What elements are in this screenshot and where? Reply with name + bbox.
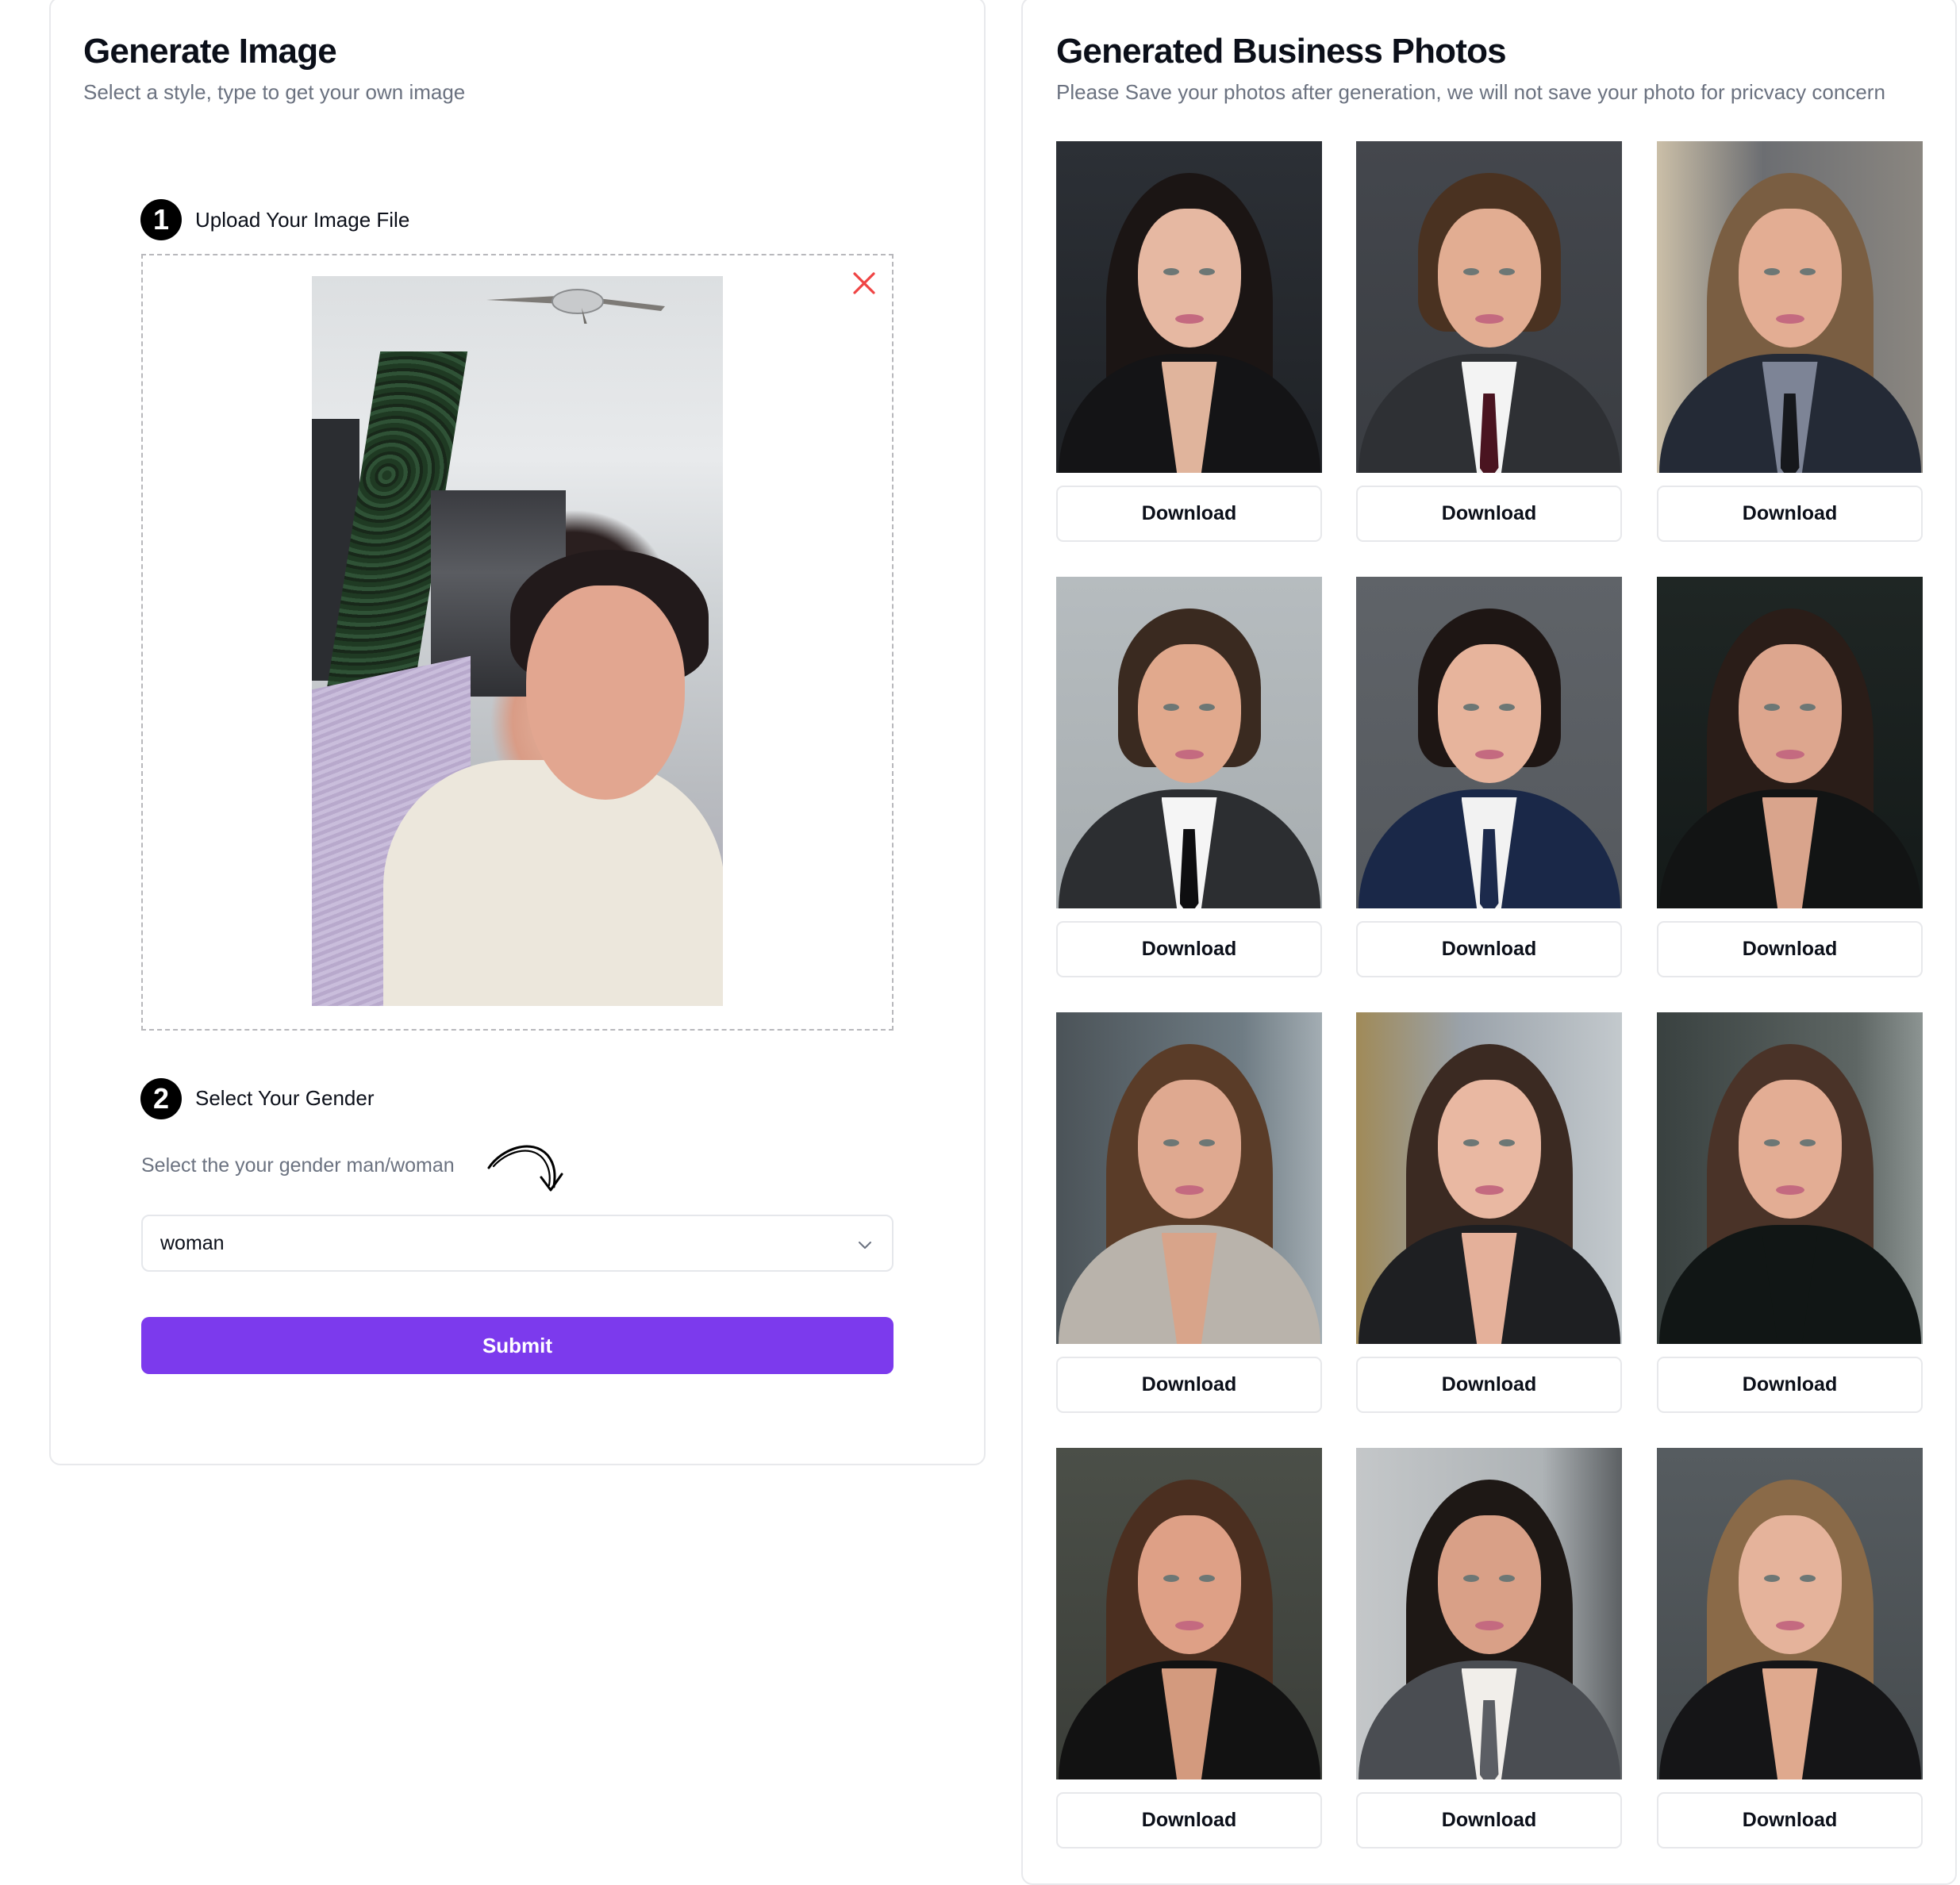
- gallery-title: Generated Business Photos: [1056, 32, 1507, 71]
- generated-photo: [1056, 141, 1322, 473]
- gender-select[interactable]: woman: [141, 1215, 894, 1272]
- step-1-badge: 1: [140, 199, 182, 240]
- generated-photo: [1356, 141, 1622, 473]
- photo-eye: [1800, 268, 1816, 275]
- photo-face: [1137, 209, 1241, 347]
- generate-title: Generate Image: [83, 32, 337, 71]
- gallery-subtitle: Please Save your photos after generation…: [1056, 80, 1885, 104]
- photo-eye: [1199, 1575, 1215, 1582]
- download-button[interactable]: Download: [1056, 1792, 1322, 1849]
- photo-face: [1437, 1080, 1541, 1219]
- photo-lips: [1474, 750, 1504, 759]
- step-1-label: Upload Your Image File: [195, 208, 410, 232]
- photo-eye: [1199, 268, 1215, 275]
- photo-eye: [1163, 1139, 1179, 1146]
- close-icon[interactable]: [852, 271, 876, 295]
- photo-face: [1137, 1080, 1241, 1219]
- generated-photo: [1356, 1448, 1622, 1779]
- step-2-badge: 2: [140, 1078, 182, 1119]
- download-button[interactable]: Download: [1657, 921, 1923, 977]
- submit-button[interactable]: Submit: [141, 1317, 894, 1374]
- ceiling-fan: [486, 289, 665, 324]
- download-button[interactable]: Download: [1356, 921, 1622, 977]
- step-2-label: Select Your Gender: [195, 1086, 375, 1110]
- generated-photo: [1657, 1448, 1923, 1779]
- photo-face: [1738, 644, 1842, 783]
- photo-lips: [1775, 750, 1804, 759]
- photo-eye: [1800, 1139, 1816, 1146]
- photo-eye: [1764, 1575, 1780, 1582]
- generated-photo: [1056, 1012, 1322, 1344]
- photo-eye: [1199, 704, 1215, 711]
- photo-face: [1738, 209, 1842, 347]
- photo-lips: [1174, 1185, 1204, 1195]
- photo-eye: [1463, 1139, 1479, 1146]
- generated-photo: [1657, 1012, 1923, 1344]
- photo-eye: [1199, 1139, 1215, 1146]
- photo-eye: [1163, 268, 1179, 275]
- photo-eye: [1764, 704, 1780, 711]
- download-button[interactable]: Download: [1356, 1792, 1622, 1849]
- download-button[interactable]: Download: [1056, 921, 1322, 977]
- download-button[interactable]: Download: [1657, 1357, 1923, 1413]
- photo-eye: [1463, 1575, 1479, 1582]
- photo-eye: [1800, 704, 1816, 711]
- photo-eye: [1163, 1575, 1179, 1582]
- download-button[interactable]: Download: [1657, 1792, 1923, 1849]
- photo-eye: [1764, 268, 1780, 275]
- photo-lips: [1775, 314, 1804, 324]
- photo-lips: [1174, 1621, 1204, 1630]
- generated-photo: [1056, 1448, 1322, 1779]
- photo-face: [1738, 1515, 1842, 1654]
- photo-eye: [1764, 1139, 1780, 1146]
- download-button[interactable]: Download: [1657, 486, 1923, 542]
- photo-lips: [1775, 1185, 1804, 1195]
- photo-lips: [1775, 1621, 1804, 1630]
- generated-photo: [1657, 141, 1923, 473]
- photo-lips: [1174, 314, 1204, 324]
- generated-photo: [1356, 1012, 1622, 1344]
- photo-face: [1738, 1080, 1842, 1219]
- photo-eye: [1499, 1575, 1515, 1582]
- photo-lips: [1474, 314, 1504, 324]
- photo-face: [1437, 209, 1541, 347]
- photo-face: [1137, 1515, 1241, 1654]
- photo-shirt: [383, 760, 723, 1006]
- chevron-down-icon: [859, 1242, 871, 1249]
- photo-eye: [1800, 1575, 1816, 1582]
- generated-photo: [1356, 577, 1622, 908]
- generated-photo: [1056, 577, 1322, 908]
- uploaded-image-preview: [312, 276, 723, 1006]
- photo-eye: [1499, 704, 1515, 711]
- photo-face: [1437, 644, 1541, 783]
- photo-lips: [1474, 1621, 1504, 1630]
- download-button[interactable]: Download: [1356, 1357, 1622, 1413]
- gender-select-value: woman: [160, 1231, 225, 1254]
- photo-eye: [1463, 704, 1479, 711]
- generate-subtitle: Select a style, type to get your own ima…: [83, 80, 466, 104]
- photo-eye: [1499, 268, 1515, 275]
- photo-lips: [1174, 750, 1204, 759]
- photo-eye: [1463, 268, 1479, 275]
- photo-face: [526, 585, 685, 800]
- gender-hint: Select the your gender man/woman: [141, 1154, 455, 1177]
- download-button[interactable]: Download: [1056, 1357, 1322, 1413]
- curly-arrow-down-icon: [487, 1145, 563, 1192]
- photo-lips: [1474, 1185, 1504, 1195]
- generated-photo: [1657, 577, 1923, 908]
- download-button[interactable]: Download: [1056, 486, 1322, 542]
- photo-eye: [1163, 704, 1179, 711]
- download-button[interactable]: Download: [1356, 486, 1622, 542]
- photo-face: [1437, 1515, 1541, 1654]
- photo-eye: [1499, 1139, 1515, 1146]
- photo-face: [1137, 644, 1241, 783]
